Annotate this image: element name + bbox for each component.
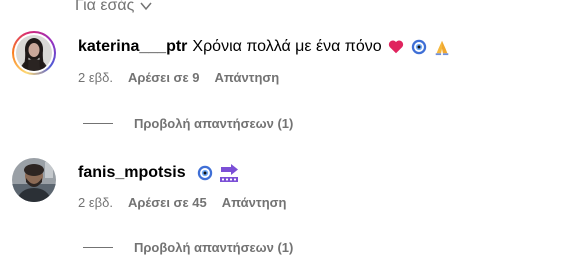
folded-hands-icon xyxy=(435,40,448,56)
nazar-amulet-icon xyxy=(411,39,426,55)
view-replies-label: Προβολή απαντήσεων (1) xyxy=(134,116,294,131)
red-heart-icon xyxy=(388,40,403,54)
likes-count[interactable]: Αρέσει σε 45 xyxy=(128,195,207,210)
sort-label: Για εσάς xyxy=(75,0,135,14)
avatar[interactable] xyxy=(12,31,56,75)
comment-username[interactable]: fanis_mpotsis xyxy=(78,164,186,182)
avatar[interactable] xyxy=(12,158,56,202)
avatar-photo xyxy=(12,158,56,202)
comment-time: 2 εβδ. xyxy=(78,70,113,85)
view-replies-button[interactable]: Προβολή απαντήσεων (1) xyxy=(83,240,293,255)
sort-dropdown[interactable]: Για εσάς xyxy=(75,0,153,15)
comment-time: 2 εβδ. xyxy=(78,195,113,210)
reply-button[interactable]: Απάντηση xyxy=(222,195,287,210)
nazar-amulet-icon xyxy=(197,165,212,181)
view-replies-button[interactable]: Προβολή απαντήσεων (1) xyxy=(83,116,293,131)
comment-text: Χρόνια πολλά με ένα πόνο xyxy=(192,38,382,55)
replies-divider xyxy=(83,247,113,248)
comment-username[interactable]: katerina___ptr xyxy=(78,38,187,56)
chevron-down-icon xyxy=(140,2,152,11)
replies-divider xyxy=(83,123,113,124)
avatar-photo xyxy=(16,35,52,71)
likes-count[interactable]: Αρέσει σε 9 xyxy=(128,70,200,85)
view-replies-label: Προβολή απαντήσεων (1) xyxy=(134,240,294,255)
reply-button[interactable]: Απάντηση xyxy=(214,70,279,85)
soon-arrow-icon xyxy=(219,164,238,182)
